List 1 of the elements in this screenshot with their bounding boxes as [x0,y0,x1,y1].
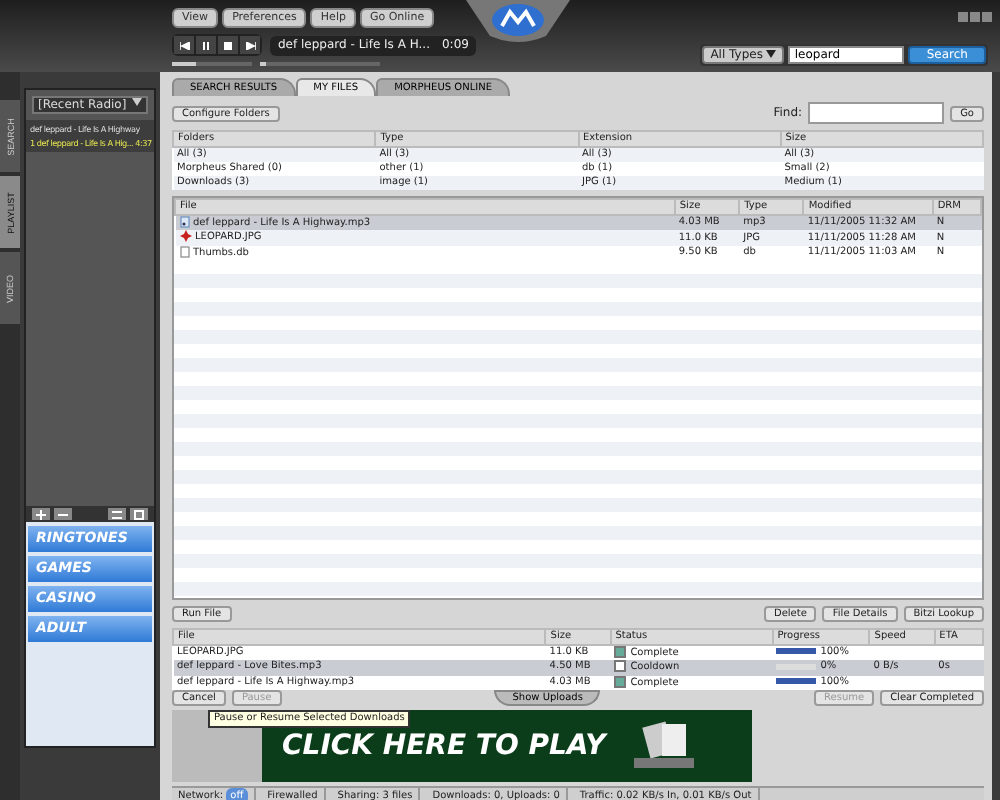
ad-headline: CLICK HERE TO PLAY [282,730,606,762]
